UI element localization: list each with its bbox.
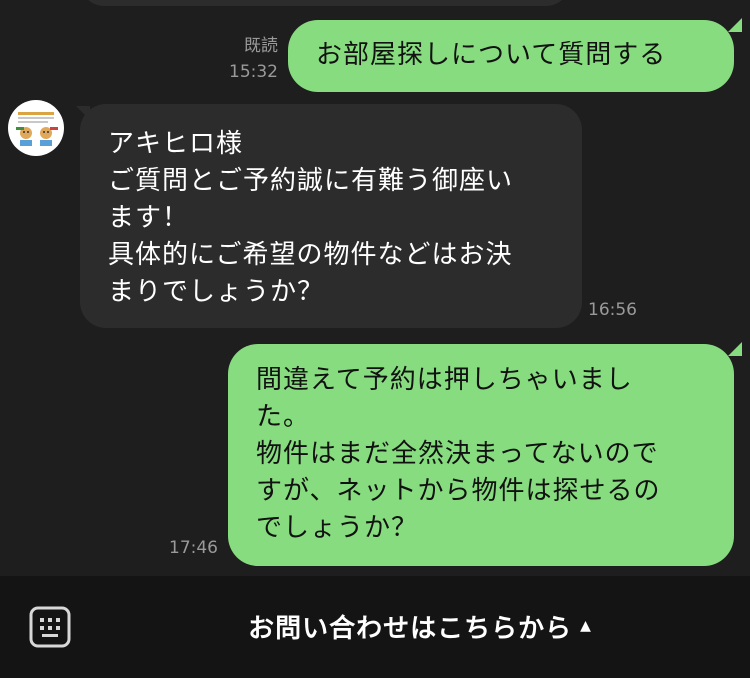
bubble-tail (728, 18, 742, 32)
chat-area[interactable]: 既読 15:32 お部屋探しについて質問する アキヒロ様 ご質問とご予約誠に有難… (0, 0, 750, 576)
message-time: 16:56 (588, 300, 637, 320)
rich-menu-bar: お問い合わせはこちらから ▲ (0, 576, 750, 678)
shop-logo-icon (16, 112, 58, 146)
caret-up-icon: ▲ (580, 618, 592, 634)
bubble-tail (728, 342, 742, 356)
rich-menu-label: お問い合わせはこちらから (248, 613, 573, 644)
read-receipt: 既読 (244, 36, 278, 56)
message-bubble-outgoing[interactable]: お部屋探しについて質問する (288, 20, 734, 92)
previous-message-bubble (80, 0, 570, 6)
rich-menu-toggle[interactable]: お問い合わせはこちらから ▲ (160, 600, 680, 652)
shop-avatar[interactable] (8, 100, 64, 156)
message-time: 15:32 (229, 62, 278, 82)
keyboard-icon[interactable] (28, 605, 72, 649)
message-time: 17:46 (169, 538, 218, 558)
message-bubble-incoming[interactable]: アキヒロ様 ご質問とご予約誠に有難う御座い ます！ 具体的にご希望の物件などはお… (80, 104, 582, 328)
message-bubble-outgoing[interactable]: 間違えて予約は押しちゃいまし た。 物件はまだ全然決まってないので すが、ネット… (228, 344, 734, 566)
